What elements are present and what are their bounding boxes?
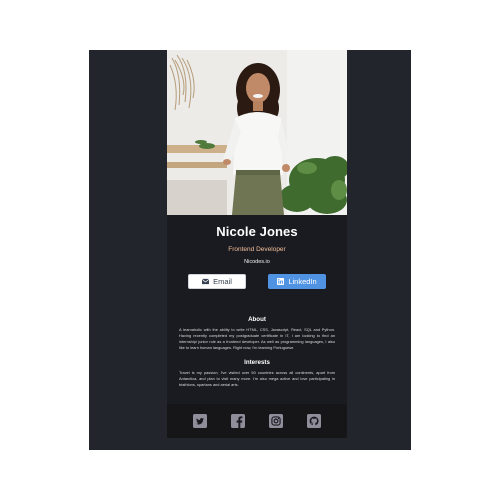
- instagram-icon[interactable]: [269, 414, 283, 428]
- linkedin-icon: [277, 278, 285, 285]
- interests-text: Travel is my passion; I've visited over …: [179, 370, 335, 387]
- twitter-icon[interactable]: [193, 414, 207, 428]
- linkedin-button-label: LinkedIn: [288, 277, 317, 286]
- github-icon[interactable]: [307, 414, 321, 428]
- interests-heading: Interests: [244, 359, 270, 366]
- about-heading: About: [248, 316, 266, 323]
- profile-name: Nicole Jones: [216, 224, 298, 239]
- profile-photo: [167, 50, 347, 215]
- envelope-icon: [202, 278, 210, 285]
- social-footer: [167, 404, 347, 438]
- email-button-label: Email: [213, 277, 232, 286]
- profile-card: Nicole Jones Frontend Developer Nicodes.…: [167, 50, 347, 438]
- profile-role: Frontend Developer: [228, 246, 286, 253]
- about-text: A learnaholic with the ability to write …: [179, 327, 335, 350]
- facebook-icon[interactable]: [231, 414, 245, 428]
- email-button[interactable]: Email: [188, 274, 246, 289]
- profile-website-link[interactable]: Nicodes.io: [167, 259, 347, 265]
- linkedin-button[interactable]: LinkedIn: [268, 274, 326, 289]
